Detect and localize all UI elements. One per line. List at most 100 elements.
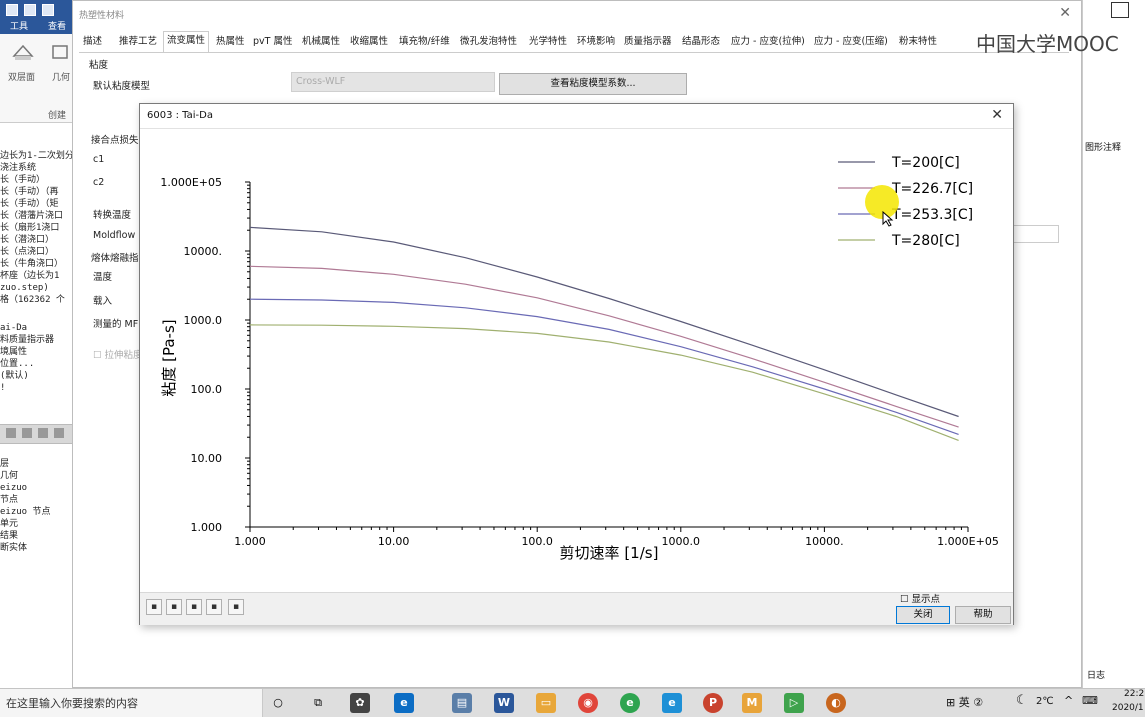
tree-item[interactable]: 长（点浇口） [0, 246, 72, 258]
dialog-close-icon[interactable]: ✕ [1059, 5, 1071, 21]
tab-powder[interactable]: 粉末特性 [899, 33, 937, 51]
layer-delete-icon[interactable] [38, 428, 48, 438]
browser-icon[interactable]: e [620, 693, 640, 713]
tree-item[interactable]: zuo.step) [0, 282, 72, 294]
weather-icon[interactable]: ☾ [1016, 693, 1028, 708]
extensional-viscosity-checkbox[interactable]: ☐ 拉伸粘度 [93, 347, 143, 361]
show-points-checkbox[interactable]: ☐ 显示点 [900, 591, 940, 605]
field-label: 熔体熔融指 [91, 253, 139, 264]
dual-layer-icon[interactable] [12, 42, 34, 64]
save-icon[interactable] [6, 4, 18, 16]
tab-mechanical[interactable]: 机械属性 [302, 33, 340, 51]
series-line [249, 226, 959, 418]
chevron-up-icon[interactable]: ^ [1064, 694, 1073, 707]
legend-label: T=253.3[C] [891, 207, 973, 223]
tab-optical[interactable]: 光学特性 [529, 33, 567, 51]
tree-item[interactable]: 长（扇形1浇口 [0, 222, 72, 234]
chrome-icon[interactable]: ◉ [578, 693, 598, 713]
value-field[interactable] [1013, 225, 1059, 243]
geometry-icon[interactable] [50, 42, 72, 64]
tree-item[interactable]: 浇注系统 [0, 162, 72, 174]
layer-item[interactable]: eizuo [0, 482, 72, 494]
tree-item[interactable]: 长（手动）（再 [0, 186, 72, 198]
tree-item[interactable]: 长（潜藩片浇口 [0, 210, 72, 222]
moldflow-icon[interactable]: M [742, 693, 762, 713]
tree-item[interactable]: 长（牛角浇口） [0, 258, 72, 270]
ribbon-tab-view[interactable]: 查看 [48, 21, 66, 33]
layer-item[interactable]: 层 [0, 458, 72, 470]
layer-item[interactable]: 断实体 [0, 542, 72, 554]
layer-edit-icon[interactable] [22, 428, 32, 438]
tab-shrinkage[interactable]: 收缩属性 [350, 33, 388, 51]
taskbar: 在这里输入你要搜索的内容 ○ ⧉ ✿ e ▤ W ▭ ◉ e e P M ▷ ◐… [0, 688, 1145, 717]
layer-item[interactable]: 单元 [0, 518, 72, 530]
export-icon[interactable]: ▪ [166, 599, 182, 615]
app-icon[interactable]: ▤ [452, 693, 472, 713]
tab-pvt[interactable]: pvT 属性 [253, 33, 292, 51]
tree-item[interactable]: (默认) [0, 370, 72, 382]
view-coefficients-button[interactable]: 查看粘度模型系数... [499, 73, 687, 95]
tree-item[interactable]: 境属性 [0, 346, 72, 358]
tree-item[interactable]: ! [0, 382, 72, 394]
keyboard-icon[interactable]: ⌨ [1082, 694, 1098, 707]
copy-icon[interactable]: ▪ [146, 599, 162, 615]
y-axis-label: 粘度 [Pa-s] [160, 319, 178, 396]
y-tick-label: 100.0 [191, 383, 223, 396]
tree-item[interactable]: 边长为1-二次划分 [0, 150, 72, 162]
save-icon[interactable]: ▪ [186, 599, 202, 615]
tab-microcellular[interactable]: 微孔发泡特性 [460, 33, 517, 51]
tab-crystal[interactable]: 结晶形态 [682, 33, 720, 51]
tree-item[interactable]: 料质量指示器 [0, 334, 72, 346]
print-icon[interactable]: ▪ [228, 599, 244, 615]
ribbon-tab-tools[interactable]: 工具 [10, 21, 28, 33]
word-icon[interactable]: W [494, 693, 514, 713]
layer-item[interactable]: eizuo 节点 [0, 506, 72, 518]
tab-environment[interactable]: 环境影响 [577, 33, 615, 51]
plot-footer: ▪ ▪ ▪ ▪ ▪ ☐ 显示点 关闭 帮助 [140, 592, 1013, 625]
layer-item[interactable]: 节点 [0, 494, 72, 506]
tree-item[interactable]: 杯座（边长为1 [0, 270, 72, 282]
tab-quality[interactable]: 质量指示器 [624, 33, 672, 51]
properties-icon[interactable]: ▪ [206, 599, 222, 615]
cortana-icon[interactable]: ○ [268, 693, 288, 713]
graphics-annotation-tab[interactable]: 图形注释 [1085, 140, 1121, 153]
tab-stress-compression[interactable]: 应力 - 应变(压缩) [814, 33, 888, 51]
tab-thermal[interactable]: 热属性 [216, 33, 245, 51]
app-icon[interactable]: ◐ [826, 693, 846, 713]
redo-icon[interactable] [42, 4, 54, 16]
layer-item[interactable]: 几何 [0, 470, 72, 482]
help-button[interactable]: 帮助 [955, 606, 1011, 624]
tab-process[interactable]: 推荐工艺 [119, 33, 157, 51]
tab-rheology[interactable]: 流变属性 [163, 31, 210, 52]
layer-new-icon[interactable] [6, 428, 16, 438]
tab-filler[interactable]: 填充物/纤维 [399, 33, 450, 51]
close-icon[interactable]: ✕ [991, 107, 1003, 123]
powerpoint-icon[interactable]: P [703, 693, 723, 713]
tree-item[interactable]: ai-Da [0, 322, 72, 334]
edge-icon[interactable]: e [394, 693, 414, 713]
tree-item[interactable]: 格（162362 个 [0, 294, 72, 306]
player-icon[interactable]: ▷ [784, 693, 804, 713]
search-icon[interactable] [1111, 2, 1129, 18]
tree-item[interactable]: 长（手动） [0, 174, 72, 186]
layers-tree: 层 几何 eizuo 节点 eizuo 节点 单元 结果 断实体 [0, 458, 72, 554]
undo-icon[interactable] [24, 4, 36, 16]
model-select[interactable]: Cross-WLF [291, 72, 495, 92]
layer-item[interactable]: 结果 [0, 530, 72, 542]
tab-stress-tension[interactable]: 应力 - 应变(拉伸) [731, 33, 805, 51]
ie-icon[interactable]: e [662, 693, 682, 713]
tree-item[interactable]: 长（潜浇口） [0, 234, 72, 246]
app-icon[interactable]: ✿ [350, 693, 370, 713]
ime-indicator[interactable]: ⊞ 英 ② [946, 694, 983, 710]
taskbar-search[interactable]: 在这里输入你要搜索的内容 [0, 689, 263, 717]
tree-item[interactable]: 位置... [0, 358, 72, 370]
layer-props-icon[interactable] [54, 428, 64, 438]
close-button[interactable]: 关闭 [896, 606, 950, 624]
log-tab[interactable]: 日志 [1087, 668, 1105, 681]
y-tick-label: 1000.0 [184, 314, 223, 327]
tab-description[interactable]: 描述 [83, 33, 102, 51]
file-explorer-icon[interactable]: ▭ [536, 693, 556, 713]
task-view-icon[interactable]: ⧉ [308, 693, 328, 713]
tree-item[interactable]: 长（手动）（矩 [0, 198, 72, 210]
checkbox-label: 拉伸粘度 [104, 350, 143, 361]
